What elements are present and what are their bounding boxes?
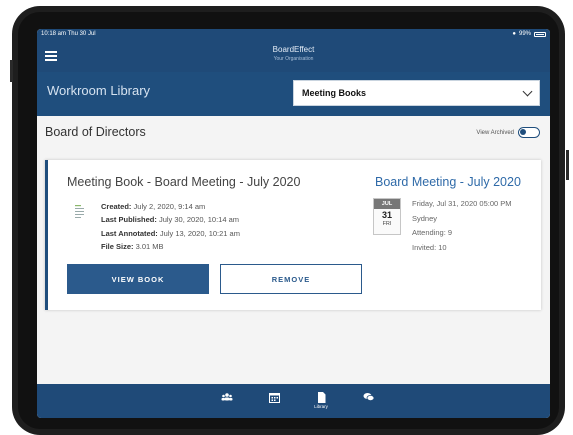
published-label: Last Published:: [101, 215, 157, 225]
bottom-tab-bar: Library: [37, 384, 550, 418]
book-details: Created: July 2, 2020, 9:14 am Last Publ…: [101, 200, 240, 253]
tab-people[interactable]: [217, 389, 237, 413]
board-title: Board of Directors: [45, 125, 146, 139]
created-value: July 2, 2020, 9:14 am: [133, 202, 206, 211]
created-label: Created:: [101, 202, 132, 211]
library-icon: [317, 392, 325, 403]
calendar-date-icon: JUL 31 FRI: [373, 198, 401, 235]
page-title: Workroom Library: [47, 83, 151, 98]
view-archived: View Archived: [476, 127, 540, 138]
volume-button: [10, 60, 13, 82]
file-size-label: File Size:: [101, 241, 134, 251]
book-title: Meeting Book - Board Meeting - July 2020: [67, 175, 301, 189]
chevron-down-icon: [522, 86, 533, 96]
view-book-button[interactable]: VIEW BOOK: [67, 264, 209, 294]
library-bar: Workroom Library Meeting Books: [37, 72, 550, 116]
calendar-icon: [268, 393, 280, 403]
remove-button[interactable]: REMOVE: [220, 264, 362, 294]
library-type-select[interactable]: Meeting Books: [293, 80, 540, 106]
calendar-weekday: FRI: [382, 221, 392, 227]
tab-calendar[interactable]: [264, 389, 284, 413]
annotated-value: July 13, 2020, 10:21 am: [159, 228, 240, 238]
people-icon: [221, 393, 233, 401]
select-value: Meeting Books: [302, 88, 367, 98]
published-value: July 30, 2020, 10:14 am: [158, 215, 239, 225]
status-date: Thu 30 Jul: [67, 31, 96, 37]
brand: BoardEffect Your Organisation: [37, 45, 550, 62]
chat-icon: [363, 393, 375, 401]
calendar-day: 31: [381, 210, 392, 220]
status-bar: 10:18 am Thu 30 Jul ● 99%: [37, 29, 550, 39]
view-archived-toggle[interactable]: [518, 127, 540, 138]
tab-library[interactable]: Library: [309, 389, 333, 413]
status-time: 10:18 am: [41, 31, 67, 37]
wifi-icon: ●: [512, 31, 516, 37]
meeting-details: Friday, Jul 31, 2020 05:00 PM Sydney Att…: [412, 197, 512, 255]
meeting-title-link[interactable]: Board Meeting - July 2020: [375, 175, 521, 189]
document-icon: [75, 205, 84, 218]
side-button: [566, 150, 569, 180]
meeting-invited: Invited: 10: [412, 242, 447, 252]
organisation-name: Your Organisation: [273, 56, 314, 62]
file-size-value: 3.01 MB: [135, 241, 164, 251]
board-header: Board of Directors View Archived: [37, 116, 550, 150]
meeting-attending: Attending: 9: [412, 228, 453, 237]
meeting-datetime: Friday, Jul 31, 2020 05:00 PM: [412, 199, 512, 208]
meeting-location: Sydney: [412, 213, 438, 223]
battery-icon: [534, 31, 546, 37]
calendar-month: JUL: [374, 199, 400, 209]
view-archived-label: View Archived: [476, 129, 514, 136]
tab-messages[interactable]: [359, 389, 379, 413]
app-header: BoardEffect Your Organisation: [37, 39, 550, 72]
app-screen: 10:18 am Thu 30 Jul ● 99% BoardEffect Yo…: [37, 29, 550, 418]
battery-percent: 99%: [518, 31, 531, 37]
meeting-book-card: Meeting Book - Board Meeting - July 2020…: [45, 160, 541, 310]
annotated-label: Last Annotated:: [101, 228, 158, 238]
app-name: BoardEffect: [272, 45, 315, 54]
tab-library-label: Library: [314, 404, 328, 409]
